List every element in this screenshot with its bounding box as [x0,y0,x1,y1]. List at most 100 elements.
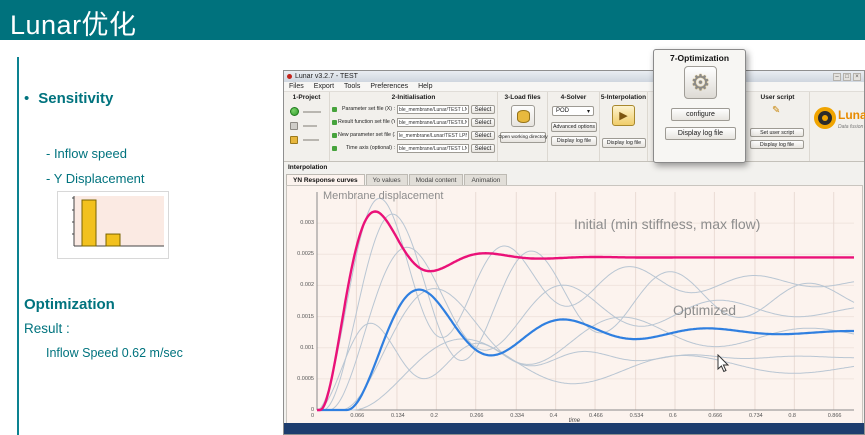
pencil-icon[interactable]: ✎ [772,105,786,117]
x-tick-label: 0.8 [788,413,796,419]
refresh-icon[interactable] [332,120,337,125]
interpolation-display-log-button[interactable]: Display log file [602,138,646,148]
y-tick-label: 0.0025 [297,251,314,258]
close-button[interactable]: × [853,72,861,81]
group-label-solver: 4-Solver [560,94,587,101]
solver-dropdown[interactable]: POD ▾ [552,106,594,116]
sensitivity-bars [72,196,164,247]
titlebar[interactable]: Lunar v3.2.7 - TEST – □ × [284,71,864,82]
menu-export[interactable]: Export [314,83,334,90]
x-tick-label: 0.734 [748,413,763,419]
toolbar-group-load-files: 3-Load files Open working directory [498,92,548,161]
page-title: Lunar优化 [10,10,137,40]
response-chart[interactable]: Membrane displacement Initial (min stiff… [286,185,863,425]
toolbar-group-solver: 4-Solver POD ▾ Advanced options Display l… [548,92,600,161]
x-tick-label: 0.6 [669,413,677,419]
annotation-optimized: Optimized [673,302,737,318]
time-axis-input[interactable] [397,144,469,153]
tab-modal-content[interactable]: Modal content [408,174,464,185]
toolbar: 1-Project 2-Initialisation Parameter set… [284,92,865,162]
save-project-icon[interactable] [290,136,298,144]
new-project-icon[interactable] [290,107,299,116]
set-user-script-button[interactable]: Set user script [750,128,804,137]
project-row-line [303,125,317,127]
y-tick-label: 0.002 [300,282,314,289]
lunar-logo-text: Lunar [838,108,865,122]
panel-title: Interpolation [288,164,328,171]
select-parameter-button[interactable]: Select [471,105,495,114]
lunar-logo-tagline: Data fusion & [838,124,865,130]
open-working-directory-button[interactable]: Open working directory [498,132,548,143]
project-row-line [303,111,321,113]
x-tick-label: 0.066 [350,413,365,419]
y-tick-label: 0 [310,407,314,413]
toolbar-group-project: 1-Project [284,92,330,161]
refresh-icon[interactable] [332,146,337,151]
init-row-result: Result function set file (Y) : Select [332,118,496,128]
result-file-input[interactable] [397,118,469,127]
toolbar-group-logo: Lunar Data fusion & [810,92,865,161]
x-tick-label: 0.534 [629,413,644,419]
menu-help[interactable]: Help [418,83,432,90]
result-label: Result : [24,321,70,336]
x-tick-label: 0.134 [390,413,405,419]
sensitivity-mini-chart [57,191,169,259]
init-row-new-parameter: New parameter set file (XN) : Select [332,131,496,141]
group-label-load-files: 3-Load files [504,94,541,101]
solver-display-log-button[interactable]: Display log file [551,136,597,146]
minimize-button[interactable]: – [833,72,841,81]
tab-animation[interactable]: Animation [464,174,508,185]
refresh-icon[interactable] [332,133,337,138]
x-tick-label: 0.866 [827,413,842,419]
advanced-options-button[interactable]: Advanced options [551,122,597,132]
y-tick-label: 0.0005 [297,375,314,382]
group-label-interpolation: 5-Interpolation [600,94,647,101]
optimization-callout: 7-Optimization ⚙ configure Display log f… [653,49,746,163]
menu-preferences[interactable]: Preferences [370,83,408,90]
x-tick-label: 0.4 [549,413,558,419]
x-tick-label: 0.334 [510,413,525,419]
select-new-parameter-button[interactable]: Select [471,131,495,140]
optimization-callout-title: 7-Optimization [669,53,730,63]
group-label-initialisation: 2-Initialisation [391,94,436,101]
menu-tools[interactable]: Tools [344,83,360,90]
load-files-icon[interactable] [511,105,535,127]
x-tick-label: 0.666 [708,413,723,419]
chevron-down-icon: ▾ [586,108,590,115]
bullet-icon: • [24,90,30,107]
window-title: Lunar v3.2.7 - TEST [295,73,358,80]
select-time-axis-button[interactable]: Select [471,144,495,153]
open-project-icon[interactable] [290,122,298,130]
toolbar-group-interpolation: 5-Interpolation ▶ Display log file [600,92,648,161]
user-script-display-log-button[interactable]: Display log file [750,140,804,149]
gear-icon: ⚙ [690,69,711,95]
configure-button[interactable]: configure [671,108,730,121]
result-value: Inflow Speed 0.62 m/sec [46,346,183,360]
select-result-button[interactable]: Select [471,118,495,127]
optimization-run-button[interactable]: ⚙ [684,66,717,99]
tab-yo-values[interactable]: Yo values [365,174,408,185]
bullet-y-displacement: - Y Displacement [46,171,145,186]
tab-yn-response-curves[interactable]: YN Response curves [286,174,365,185]
y-tick-label: 0.0015 [297,313,314,320]
y-tick-label: 0.001 [300,344,314,351]
tab-bar: YN Response curves Yo values Modal conte… [286,172,508,185]
group-label-user-script: User script [760,94,795,101]
optimization-display-log-button[interactable]: Display log file [665,127,736,140]
menu-files[interactable]: Files [289,83,304,90]
menu-bar: Files Export Tools Preferences Help [284,82,864,92]
group-label-project: 1-Project [292,94,321,101]
x-tick-label: 0.466 [589,413,603,419]
run-interpolation-icon[interactable]: ▶ [612,105,635,126]
new-parameter-file-input[interactable] [397,131,469,140]
lunar-logo-icon [814,107,836,129]
y-tick-label: 0.003 [300,220,314,227]
result-file-label: Result function set file (Y) : [338,119,395,125]
header-bar: Lunar优化 [0,0,865,40]
parameter-file-input[interactable] [397,105,469,114]
init-row-time-axis: Time axis (optional) : Select [332,144,496,154]
maximize-button[interactable]: □ [843,72,851,81]
refresh-icon[interactable] [332,107,337,112]
mouse-cursor-icon [717,354,730,373]
chart-title: Membrane displacement [323,190,444,202]
